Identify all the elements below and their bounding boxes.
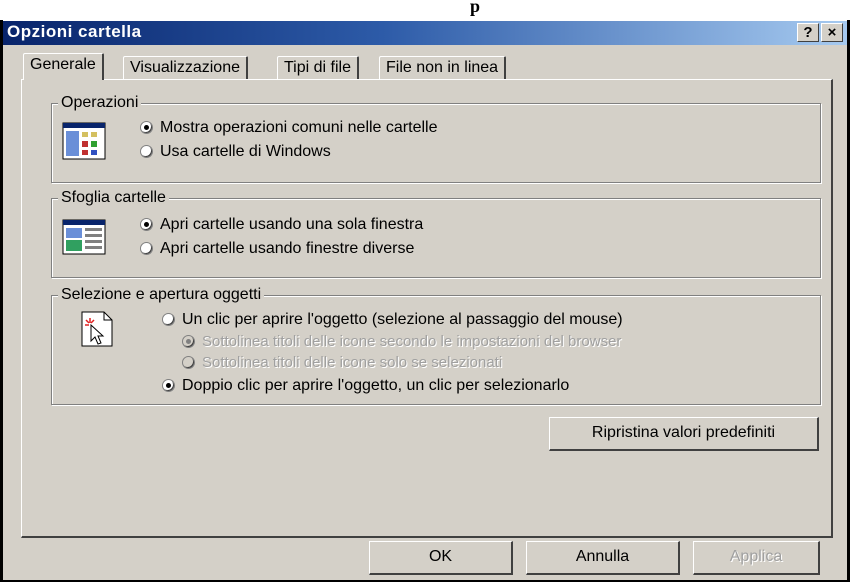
radio-mostra-operazioni[interactable] <box>140 121 153 134</box>
cancel-button[interactable]: Annulla <box>526 541 680 575</box>
click-cursor-icon <box>81 311 113 347</box>
group-sfoglia-cartelle: Sfoglia cartelle Apri cartelle usando un… <box>51 188 821 278</box>
tab-file-non-in-linea[interactable]: File non in linea <box>379 56 507 79</box>
label-sottolinea-browser[interactable]: Sottolinea titoli delle icone secondo le… <box>202 332 621 352</box>
radio-finestre-diverse[interactable] <box>140 242 153 255</box>
window-title: Opzioni cartella <box>7 22 142 41</box>
help-button[interactable]: ? <box>797 23 819 42</box>
folder-browse-icon <box>62 219 106 255</box>
group-title-sfoglia: Sfoglia cartelle <box>58 188 169 208</box>
label-usa-cartelle-windows[interactable]: Usa cartelle di Windows <box>160 142 331 162</box>
radio-sola-finestra[interactable] <box>140 218 153 231</box>
top-strip: p <box>0 0 850 20</box>
radio-usa-cartelle-windows[interactable] <box>140 145 153 158</box>
ok-button[interactable]: OK <box>369 541 513 575</box>
label-sola-finestra[interactable]: Apri cartelle usando una sola finestra <box>160 215 423 235</box>
label-un-clic[interactable]: Un clic per aprire l'oggetto (selezione … <box>182 310 623 330</box>
radio-doppio-clic[interactable] <box>162 379 175 392</box>
radio-sottolinea-selezionati[interactable] <box>182 356 195 369</box>
group-operazioni: Operazioni Mostra operazioni comuni nell… <box>51 93 821 183</box>
close-button[interactable]: × <box>821 23 843 42</box>
title-bar[interactable]: Opzioni cartella ? × <box>3 21 847 45</box>
radio-sottolinea-browser[interactable] <box>182 335 195 348</box>
label-finestre-diverse[interactable]: Apri cartelle usando finestre diverse <box>160 239 414 259</box>
folder-tasks-icon <box>62 122 106 160</box>
label-sottolinea-selezionati[interactable]: Sottolinea titoli delle icone solo se se… <box>202 353 502 373</box>
label-doppio-clic[interactable]: Doppio clic per aprire l'oggetto, un cli… <box>182 376 569 396</box>
restore-defaults-button[interactable]: Ripristina valori predefiniti <box>549 417 819 451</box>
radio-un-clic[interactable] <box>162 313 175 326</box>
group-title-selezione: Selezione e apertura oggetti <box>58 285 265 305</box>
group-title-operazioni: Operazioni <box>58 93 142 113</box>
tab-generale[interactable]: Generale <box>23 53 104 80</box>
tab-tipi-di-file[interactable]: Tipi di file <box>277 56 359 79</box>
group-selezione-apertura: Selezione e apertura oggetti Un clic per… <box>51 285 821 405</box>
label-mostra-operazioni[interactable]: Mostra operazioni comuni nelle cartelle <box>160 118 437 138</box>
tab-panel-generale: Operazioni Mostra operazioni comuni nell… <box>21 79 833 538</box>
tab-visualizzazione[interactable]: Visualizzazione <box>123 56 248 79</box>
folder-options-dialog: Opzioni cartella ? × Generale Visualizza… <box>3 20 847 580</box>
cropped-text-fragment: p <box>470 0 481 16</box>
apply-button[interactable]: Applica <box>693 541 820 575</box>
